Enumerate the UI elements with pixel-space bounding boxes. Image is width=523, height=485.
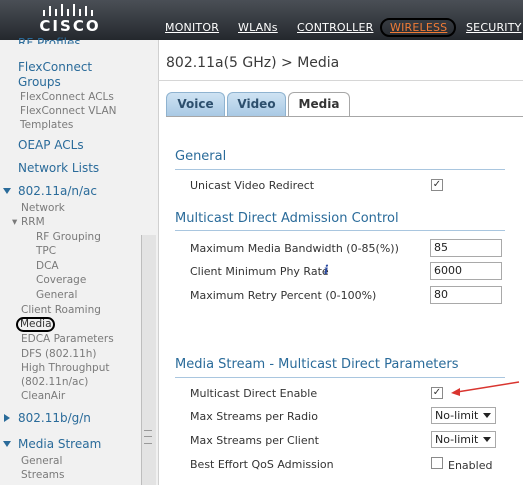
sidebar-item-high-throughput-line2[interactable]: (802.11n/ac) <box>21 376 88 388</box>
max-media-bandwidth-label: Maximum Media Bandwidth (0-85(%)) <box>190 242 399 255</box>
sidebar-item-flexconnect-vlan-line2[interactable]: Templates <box>20 119 73 131</box>
tab-media[interactable]: Media <box>288 92 350 117</box>
sidebar-item-ms-general[interactable]: General <box>21 455 62 467</box>
max-media-bandwidth-input[interactable]: 85 <box>430 239 502 257</box>
best-effort-qos-enabled-text: Enabled <box>448 459 493 472</box>
sidebar-item-media-stream[interactable]: Media Stream <box>18 437 101 451</box>
sidebar-item-flexconnect-groups[interactable]: FlexConnect <box>18 60 92 74</box>
expand-arrow-icon[interactable] <box>3 188 11 194</box>
sidebar-item-80211b[interactable]: 802.11b/g/n <box>18 411 91 425</box>
sidebar-item-ms-streams[interactable]: Streams <box>21 469 64 481</box>
sidebar-item-flexconnect-acls[interactable]: FlexConnect ACLs <box>20 91 114 103</box>
dropdown-caret-icon <box>483 413 491 418</box>
max-streams-per-radio-label: Max Streams per Radio <box>190 410 318 423</box>
page-title: 802.11a(5 GHz) > Media <box>166 55 340 71</box>
cisco-logo-text: CISCO <box>39 17 101 35</box>
max-streams-per-client-select[interactable]: No-limit <box>431 431 496 448</box>
section-mdp-heading: Media Stream - Multicast Direct Paramete… <box>175 357 459 372</box>
sidebar-item-rrm[interactable]: RRM <box>21 216 45 228</box>
expand-arrow-icon[interactable] <box>3 441 11 447</box>
sidebar-item-80211a[interactable]: 802.11a/n/ac <box>18 184 97 198</box>
sidebar-item-rf-grouping[interactable]: RF Grouping <box>36 231 101 243</box>
sidebar-item-flexconnect-vlan[interactable]: FlexConnect VLAN <box>20 105 117 117</box>
red-arrow-annotation-icon <box>451 381 520 396</box>
client-min-phy-rate-label: Client Minimum Phy Rate <box>190 265 329 278</box>
best-effort-qos-checkbox[interactable] <box>431 457 443 469</box>
multicast-direct-enable-checkbox[interactable]: ✓ <box>431 387 443 399</box>
max-streams-per-client-label: Max Streams per Client <box>190 434 319 447</box>
tab-voice[interactable]: Voice <box>166 92 225 116</box>
sidebar-item-coverage[interactable]: Coverage <box>36 274 86 286</box>
max-streams-per-radio-value: No-limit <box>435 409 479 422</box>
max-streams-per-client-value: No-limit <box>435 433 479 446</box>
scrollbar-grip-icon[interactable] <box>144 430 152 444</box>
collapsed-arrow-icon[interactable] <box>4 414 10 422</box>
max-retry-percent-input[interactable]: 80 <box>430 286 502 304</box>
sidebar-item-network-lists[interactable]: Network Lists <box>18 161 99 175</box>
dropdown-caret-icon <box>483 437 491 442</box>
section-mdac-rule <box>175 230 505 231</box>
section-mdac-heading: Multicast Direct Admission Control <box>175 211 399 226</box>
sidebar-item-dfs[interactable]: DFS (802.11h) <box>21 348 97 360</box>
section-mdp-rule <box>175 377 505 378</box>
title-divider <box>158 80 523 81</box>
nav-controller[interactable]: CONTROLLER <box>297 21 373 34</box>
unicast-video-redirect-label: Unicast Video Redirect <box>190 179 315 192</box>
sidebar-item-general[interactable]: General <box>36 289 77 301</box>
sidebar-item-high-throughput[interactable]: High Throughput <box>21 362 109 374</box>
nav-monitor[interactable]: MONITOR <box>165 21 219 34</box>
sidebar-item-tpc[interactable]: TPC <box>36 245 56 257</box>
sidebar-item-rf-profiles[interactable]: RF Profiles <box>18 36 81 44</box>
nav-security[interactable]: SECURITY <box>466 21 522 34</box>
info-icon[interactable]: i <box>324 263 329 277</box>
sidebar-item-oeap-acls[interactable]: OEAP ACLs <box>18 138 84 152</box>
unicast-video-redirect-checkbox[interactable]: ✓ <box>431 179 443 191</box>
sidebar-item-network[interactable]: Network <box>21 202 65 214</box>
sidebar-item-edca[interactable]: EDCA Parameters <box>21 333 114 345</box>
max-retry-percent-label: Maximum Retry Percent (0-100%) <box>190 289 377 302</box>
sidebar-item-flexconnect-groups-line2[interactable]: Groups <box>18 75 61 89</box>
media-highlight-ring <box>16 317 55 332</box>
client-min-phy-rate-input[interactable]: 6000 <box>430 262 502 280</box>
sidebar-item-client-roaming[interactable]: Client Roaming <box>21 304 101 316</box>
collapse-arrow-icon[interactable]: ▾ <box>12 216 17 228</box>
best-effort-qos-label: Best Effort QoS Admission <box>190 458 334 471</box>
multicast-direct-enable-label: Multicast Direct Enable <box>190 387 318 400</box>
wireless-highlight-ring <box>380 18 456 37</box>
max-streams-per-radio-select[interactable]: No-limit <box>431 407 496 424</box>
top-header: CISCO MONITOR WLANs CONTROLLER WIRELESS … <box>0 0 523 40</box>
section-general-heading: General <box>175 149 227 164</box>
sidebar-item-dca[interactable]: DCA <box>36 260 59 272</box>
section-general-rule <box>175 169 505 170</box>
tab-video[interactable]: Video <box>227 92 286 116</box>
sidebar-scrollbar[interactable] <box>141 235 156 485</box>
nav-wlans[interactable]: WLANs <box>238 21 278 34</box>
sidebar-item-cleanair[interactable]: CleanAir <box>21 390 65 402</box>
tab-baseline <box>166 116 523 117</box>
